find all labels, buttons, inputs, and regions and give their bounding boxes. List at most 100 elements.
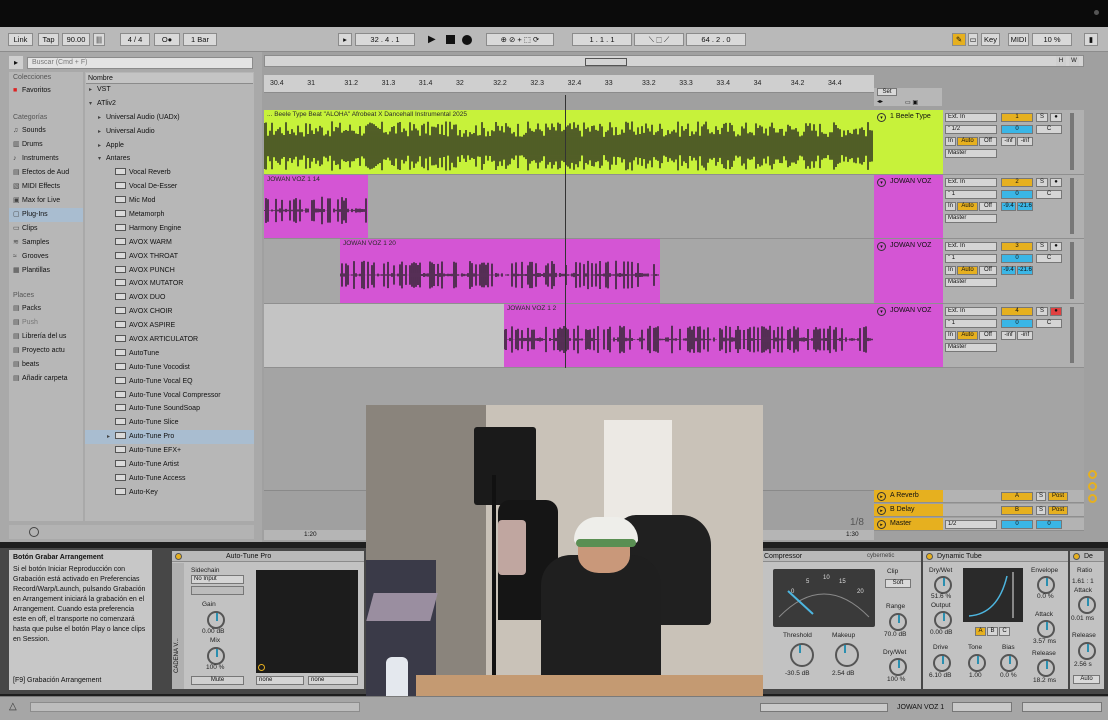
- track-header[interactable]: ▾ JOWAN VOZ Ext. In " 1 In Auto Off Master 2 S ● 0 C…: [874, 175, 1084, 239]
- fold-icon[interactable]: ▸: [877, 520, 886, 529]
- solo-button[interactable]: S: [1036, 492, 1046, 501]
- clip-overview[interactable]: [760, 703, 888, 712]
- follow-button[interactable]: ▸: [338, 33, 352, 46]
- sidechain-input-select[interactable]: No Input: [191, 575, 244, 584]
- tap-button[interactable]: Tap: [38, 33, 59, 46]
- solo-button[interactable]: S: [1036, 113, 1048, 122]
- fold-icon[interactable]: ▾: [877, 113, 886, 122]
- overview-viewport[interactable]: [585, 58, 627, 66]
- output-select[interactable]: Master: [945, 278, 997, 287]
- empty-header-area[interactable]: [874, 368, 1084, 490]
- track-lane[interactable]: JOWAN VOZ 1 2: [264, 304, 874, 368]
- sidebar-item-category[interactable]: ♪ Instruments: [9, 152, 83, 166]
- tube-type-a-button[interactable]: A: [975, 627, 986, 636]
- input-channel-select[interactable]: " 1: [945, 254, 997, 263]
- volume-field[interactable]: 0: [1001, 125, 1033, 134]
- plugin-item[interactable]: Auto-Tune Slice: [85, 416, 254, 430]
- plugin-item[interactable]: Metamorph: [85, 208, 254, 222]
- bias-knob[interactable]: [1000, 654, 1018, 672]
- compressor-title-bar[interactable]: Compressor cybernetic: [763, 551, 921, 562]
- loop-toggles[interactable]: ⟍ ⬚ ⟋: [634, 33, 684, 46]
- expand-arrow-icon[interactable]: ▾: [98, 152, 106, 166]
- sidebar-item-category[interactable]: ▦ Plantillas: [9, 264, 83, 278]
- pan-field[interactable]: C: [1036, 190, 1062, 199]
- sidebar-item-category[interactable]: ▧ MIDI Effects: [9, 180, 83, 194]
- track-name[interactable]: ▾ JOWAN VOZ: [874, 239, 943, 303]
- plugin-item[interactable]: Auto-Key: [85, 486, 254, 500]
- folder-item[interactable]: ▾ Antares: [85, 152, 254, 166]
- volume-field[interactable]: 0: [1001, 254, 1033, 263]
- time-signature-field[interactable]: 4 / 4: [120, 33, 150, 46]
- master-channel-select[interactable]: 1/2: [945, 520, 997, 529]
- plugin-item[interactable]: AutoTune: [85, 347, 254, 361]
- triangle-up-icon[interactable]: △: [9, 701, 21, 713]
- link-button[interactable]: Link: [8, 33, 33, 46]
- input-channel-select[interactable]: " 1: [945, 190, 997, 199]
- overdub-automation-group[interactable]: ⊕ ⊘ + ⬚ ⟳: [486, 33, 554, 46]
- plugin-item[interactable]: AVOX THROAT: [85, 250, 254, 264]
- solo-button[interactable]: S: [1036, 178, 1048, 187]
- range-knob[interactable]: [889, 613, 907, 631]
- expand-arrow-icon[interactable]: ▸: [98, 125, 106, 139]
- audio-clip[interactable]: JOWAN VOZ 1 20: [340, 239, 660, 303]
- fold-icon[interactable]: ▾: [877, 242, 886, 251]
- play-icon[interactable]: ▶: [428, 35, 436, 45]
- auto-release-button[interactable]: Auto: [1073, 675, 1100, 684]
- plugin-item[interactable]: Auto-Tune SoundSoap: [85, 402, 254, 416]
- plugin-item[interactable]: AVOX DUO: [85, 291, 254, 305]
- loop-start-field[interactable]: 1 . 1 . 1: [572, 33, 632, 46]
- monitor-auto-button[interactable]: Auto: [957, 202, 978, 211]
- mix-knob[interactable]: [207, 647, 225, 665]
- set-locator-button[interactable]: Set: [877, 88, 897, 96]
- beat-time-ruler[interactable]: 30.4 31 31.2 31.3 31.4 32 32.2 32.3 32.4 33 33.2 33…: [264, 75, 874, 93]
- return-track-name[interactable]: ▸ A Reverb: [874, 490, 943, 502]
- audio-clip[interactable]: JOWAN VOZ 1 2: [504, 304, 874, 367]
- audio-clip[interactable]: ... Beele Type Beat "ALOHA" Afrobeat X D…: [264, 110, 874, 174]
- sends-toggle-icon[interactable]: [1088, 494, 1097, 503]
- tone-knob[interactable]: [968, 654, 986, 672]
- plugin-item[interactable]: ▸ Auto-Tune Pro: [85, 430, 254, 445]
- solo-button[interactable]: S: [1036, 242, 1048, 251]
- tube-attack-knob[interactable]: [1037, 620, 1055, 638]
- preview-icon[interactable]: [29, 527, 39, 537]
- sidebar-item-place[interactable]: ▤ Packs: [9, 302, 83, 316]
- output-select[interactable]: Master: [945, 343, 997, 352]
- compressor-drywet-knob[interactable]: [889, 658, 907, 676]
- monitor-auto-button[interactable]: Auto: [957, 137, 978, 146]
- right-side-buttons[interactable]: [1088, 470, 1100, 515]
- return-activator[interactable]: 0: [1001, 520, 1033, 529]
- track-activator[interactable]: 2: [1001, 178, 1033, 187]
- output-knob[interactable]: [934, 611, 952, 629]
- arrangement-position-field[interactable]: 32 . 4 . 1: [355, 33, 415, 46]
- sidebar-item-category[interactable]: ≋ Samples: [9, 236, 83, 250]
- w-button[interactable]: W: [1069, 56, 1079, 66]
- computer-keyboard-icon[interactable]: ▭: [968, 33, 978, 46]
- threshold-knob[interactable]: [790, 643, 814, 667]
- sidebar-item-category[interactable]: ▭ Clips: [9, 222, 83, 236]
- power-icon[interactable]: [175, 553, 182, 560]
- loop-length-field[interactable]: 64 . 2 . 0: [686, 33, 746, 46]
- envelope-knob[interactable]: [1037, 576, 1055, 594]
- output-select[interactable]: Master: [945, 149, 997, 158]
- expand-arrow-icon[interactable]: ▸: [107, 430, 115, 444]
- track-header[interactable]: ▾ 1 Beele Type Ext. In " 1/2 In Auto Off Master…: [874, 110, 1084, 175]
- track-lane[interactable]: JOWAN VOZ 1 14: [264, 175, 874, 239]
- folder-item[interactable]: ▸ Apple: [85, 139, 254, 153]
- none-select-2[interactable]: none: [308, 676, 358, 685]
- plugin-item[interactable]: AVOX PUNCH: [85, 264, 254, 278]
- arrangement-overview[interactable]: [264, 55, 1084, 67]
- column-header-name[interactable]: Nombre: [86, 73, 253, 84]
- audio-clip[interactable]: JOWAN VOZ 1 14: [264, 175, 368, 238]
- post-button[interactable]: Post: [1048, 492, 1068, 501]
- return-activator[interactable]: B: [1001, 506, 1033, 515]
- folder-item[interactable]: ▸ Universal Audio: [85, 125, 254, 139]
- monitor-off-button[interactable]: Off: [979, 137, 997, 146]
- expand-arrow-icon[interactable]: ▸: [98, 139, 106, 153]
- sidebar-item-category[interactable]: ▥ Drums: [9, 138, 83, 152]
- glue-attack-knob[interactable]: [1078, 596, 1096, 614]
- plugin-item[interactable]: Auto-Tune Vocal Compressor: [85, 389, 254, 403]
- plugin-item[interactable]: Auto-Tune Vocal EQ: [85, 375, 254, 389]
- solo-button[interactable]: S: [1036, 307, 1048, 316]
- drive-knob[interactable]: [933, 654, 951, 672]
- plugin-item[interactable]: Auto-Tune Artist: [85, 458, 254, 472]
